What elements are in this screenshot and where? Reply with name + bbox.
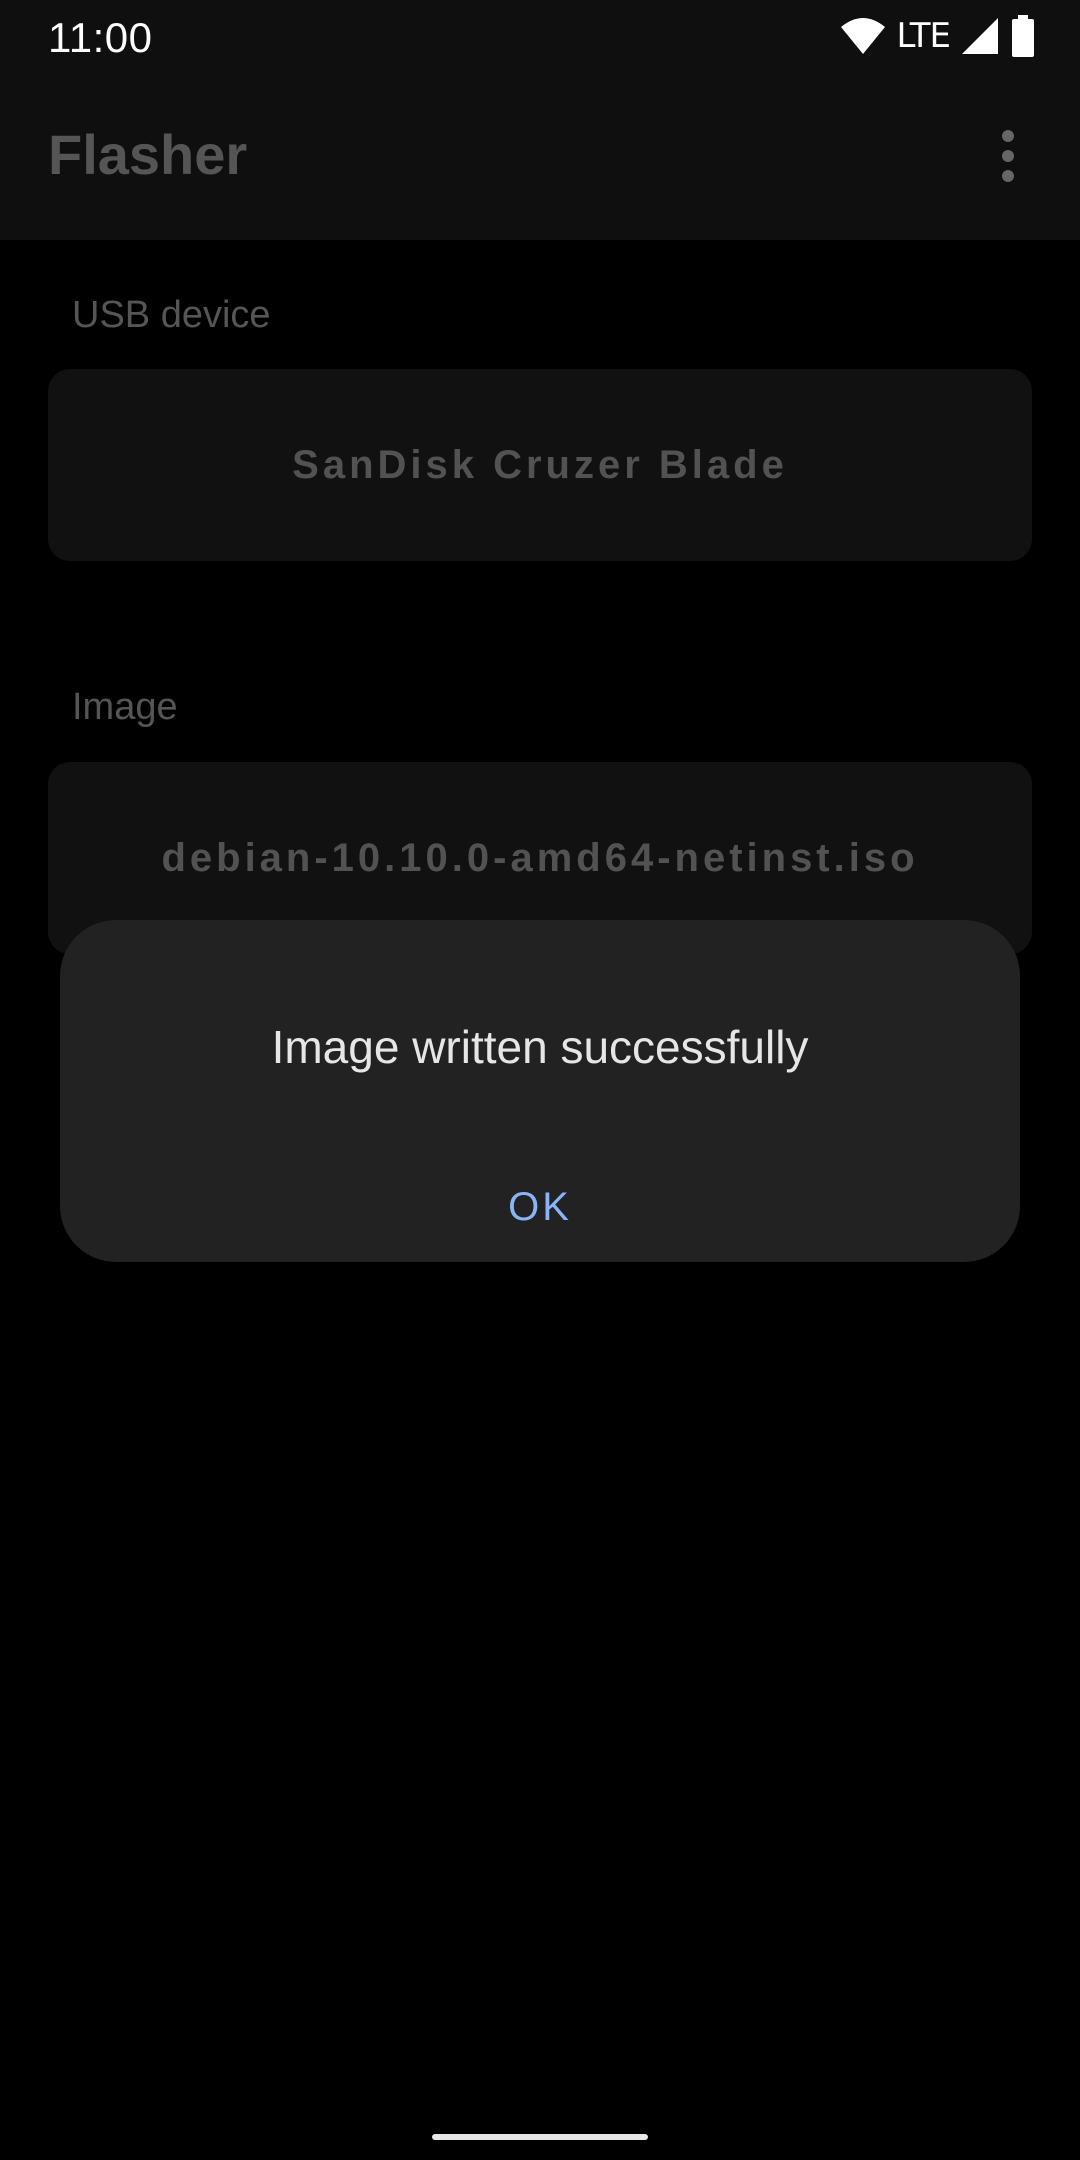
battery-icon xyxy=(1010,15,1036,57)
wifi-icon xyxy=(840,17,886,55)
signal-icon xyxy=(960,16,1000,56)
status-icons: LTE xyxy=(840,14,1036,58)
usb-device-selector[interactable]: SanDisk Cruzer Blade xyxy=(48,369,1032,561)
status-time: 11:00 xyxy=(48,14,153,61)
app-title: Flasher xyxy=(48,123,248,186)
dialog-message: Image written successfully xyxy=(271,1021,809,1073)
image-label: Image xyxy=(72,686,178,728)
app-bar: Flasher xyxy=(0,72,1080,240)
status-bar: 11:00 LTE xyxy=(0,0,1080,72)
ok-button[interactable]: OK xyxy=(490,1172,590,1242)
gesture-nav-bar[interactable] xyxy=(432,2134,648,2140)
menu-dot xyxy=(1002,150,1014,162)
usb-device-label: USB device xyxy=(72,294,271,336)
menu-dot xyxy=(1002,130,1014,142)
more-vert-icon[interactable] xyxy=(980,126,1036,186)
menu-dot xyxy=(1002,170,1014,182)
network-type: LTE xyxy=(896,16,951,56)
usb-device-value: SanDisk Cruzer Blade xyxy=(292,442,788,487)
image-value: debian-10.10.0-amd64-netinst.iso xyxy=(161,835,919,880)
success-dialog: Image written successfully OK xyxy=(60,920,1020,1262)
